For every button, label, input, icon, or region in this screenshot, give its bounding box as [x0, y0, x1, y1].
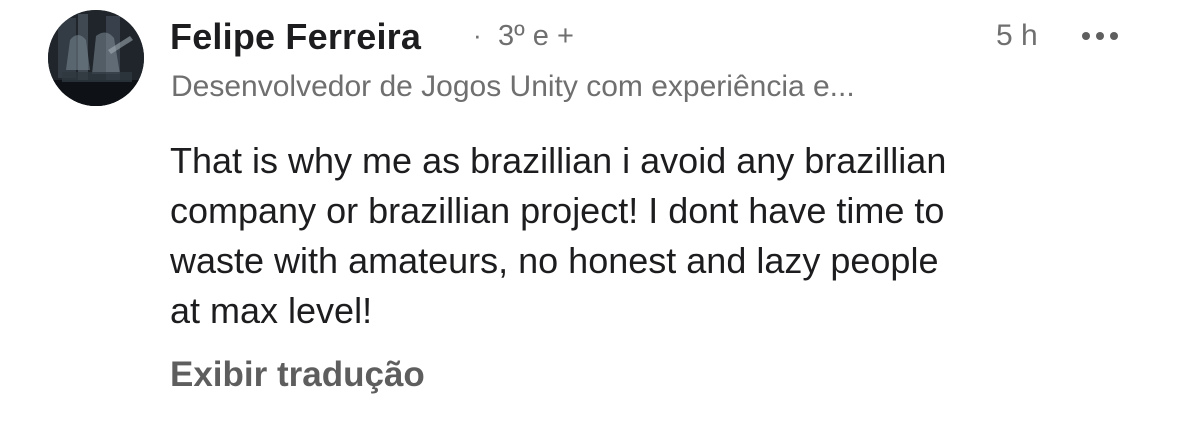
comment-text: That is why me as brazillian i avoid any…: [170, 136, 1130, 336]
avatar-photo: [48, 10, 144, 106]
comment-text-line: company or brazillian project! I dont ha…: [170, 190, 945, 231]
author-name[interactable]: Felipe Ferreira: [170, 16, 421, 58]
show-translation-link[interactable]: Exibir tradução: [170, 355, 425, 395]
more-horizontal-icon: [1082, 32, 1118, 40]
avatar[interactable]: [48, 10, 144, 106]
more-options-button[interactable]: [1076, 16, 1122, 56]
author-headline: Desenvolvedor de Jogos Unity com experiê…: [171, 70, 855, 103]
comment-text-line: waste with amateurs, no honest and lazy …: [170, 240, 939, 281]
degree-separator: ·: [473, 20, 482, 50]
timestamp: 5 h: [996, 19, 1038, 52]
comment-header: Felipe Ferreira · 3º e + 5 h: [170, 12, 1130, 62]
comment-text-line: at max level!: [170, 290, 373, 331]
comment-card: Felipe Ferreira · 3º e + 5 h Desenvolved…: [0, 0, 1179, 448]
connection-degree: 3º e +: [498, 20, 574, 52]
comment-text-line: That is why me as brazillian i avoid any…: [170, 140, 947, 181]
